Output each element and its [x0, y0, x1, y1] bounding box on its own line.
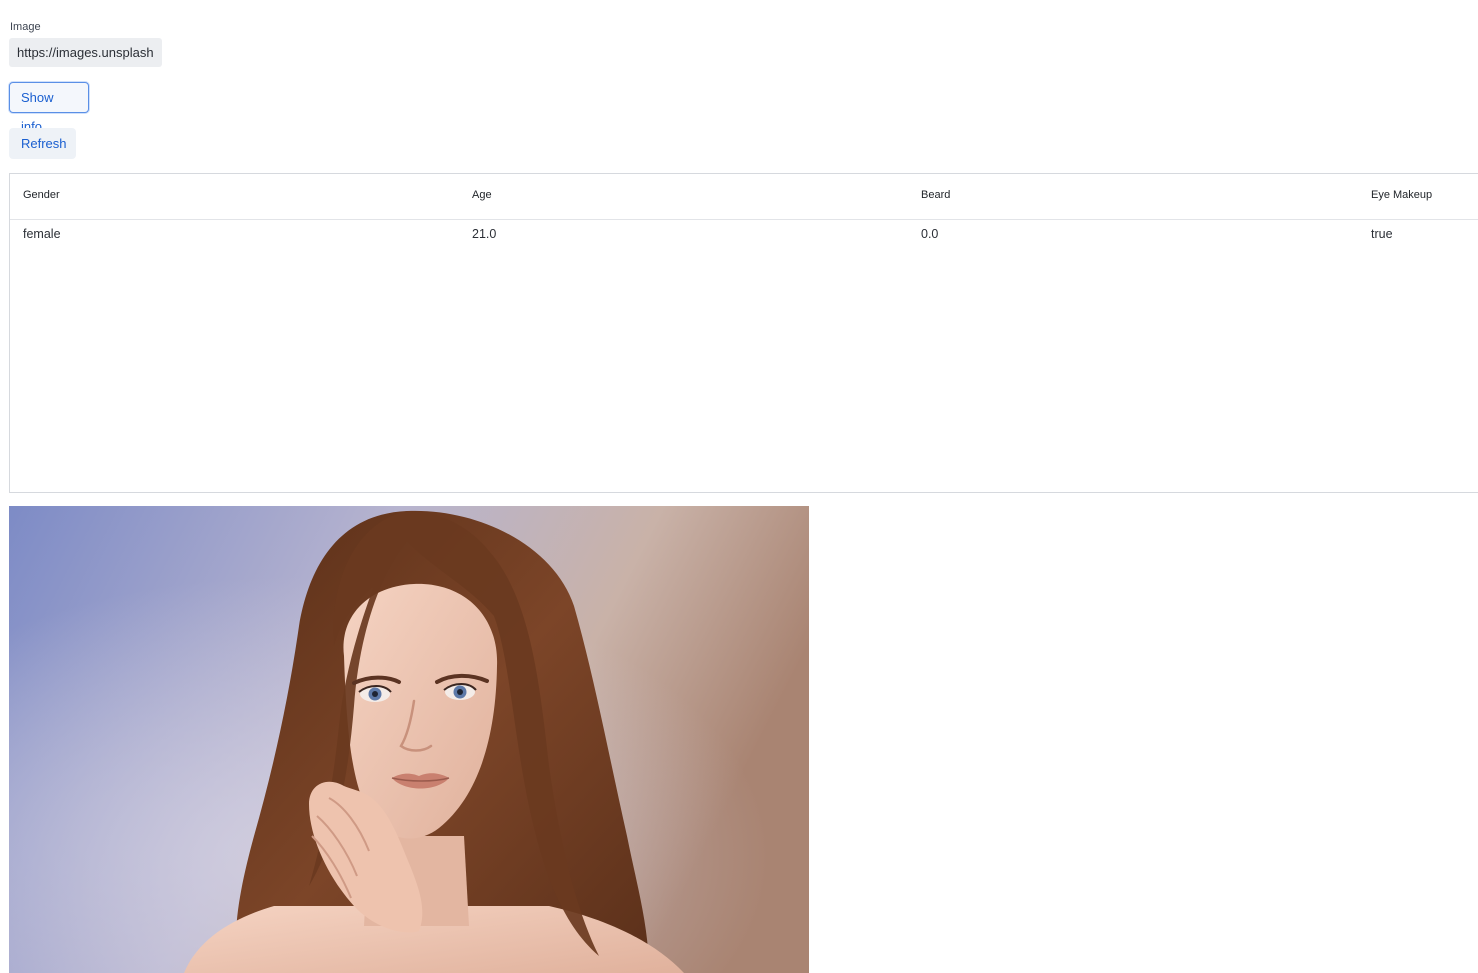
image-url-input[interactable] — [9, 38, 162, 67]
table-row[interactable]: female 21.0 0.0 true — [10, 220, 1478, 248]
results-table: Gender Age Beard Eye Makeup female 21.0 … — [9, 173, 1478, 493]
portrait-photo — [9, 506, 809, 973]
show-info-button[interactable]: Show info — [9, 82, 89, 134]
image-field-label: Image — [10, 21, 41, 33]
column-header-age[interactable]: Age — [472, 189, 492, 201]
cell-eye-makeup: true — [1371, 227, 1393, 241]
cell-age: 21.0 — [472, 227, 497, 241]
column-header-gender[interactable]: Gender — [23, 189, 60, 201]
table-header-row: Gender Age Beard Eye Makeup — [10, 174, 1478, 220]
refresh-button[interactable]: Refresh — [9, 128, 76, 159]
cell-gender: female — [23, 227, 61, 241]
column-header-eye-makeup[interactable]: Eye Makeup — [1371, 189, 1432, 201]
portrait-illustration — [9, 506, 809, 973]
cell-beard: 0.0 — [921, 227, 939, 241]
app-page: Image Show info Refresh Gender Age Beard… — [0, 0, 1478, 973]
column-header-beard[interactable]: Beard — [921, 189, 950, 201]
